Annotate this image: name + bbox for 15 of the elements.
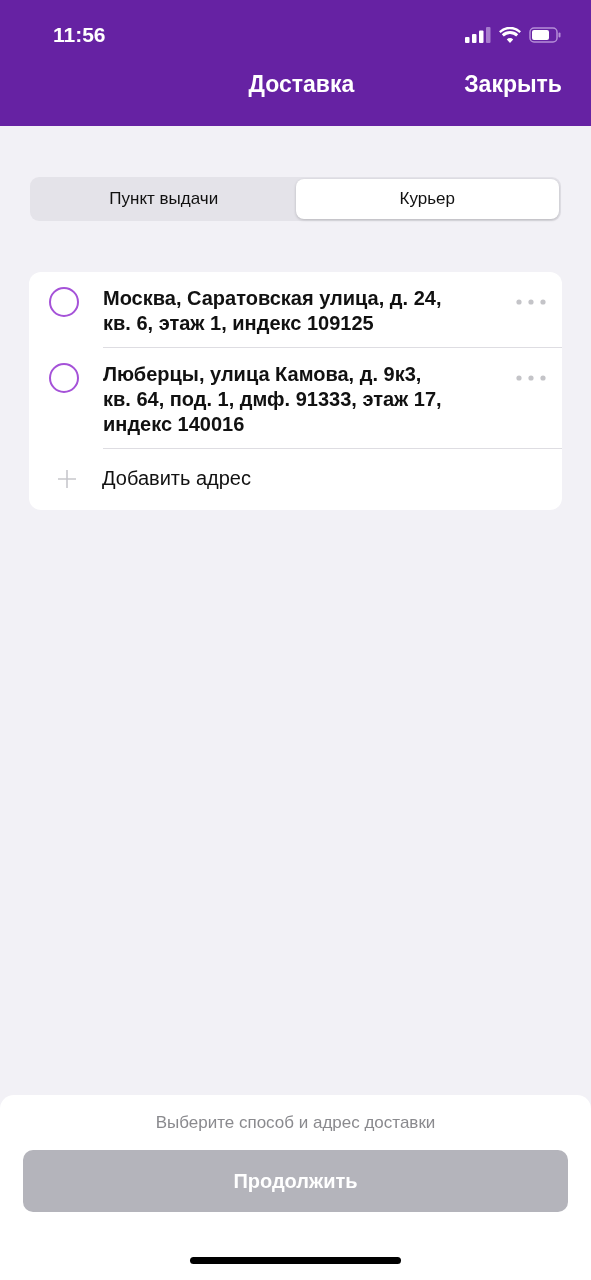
address-text[interactable]: Люберцы, улица Камова, д. 9к3, кв. 64, под. 1, дмф. 91333, этаж 17, индекс 140016 — [103, 362, 442, 437]
hint-text: Выберите способ и адрес доставки — [155, 1113, 436, 1133]
plus-icon — [57, 468, 77, 489]
radio-button[interactable] — [49, 287, 79, 317]
wifi-icon — [499, 27, 521, 43]
screen-title: Доставка — [248, 70, 355, 98]
close-button[interactable]: Закрыть — [464, 70, 562, 98]
address-text[interactable]: Москва, Саратовская улица, д. 24, кв. 6, этаж 1, индекс 109125 — [103, 286, 442, 336]
battery-icon — [529, 27, 561, 43]
add-address-button[interactable]: Добавить адрес — [102, 467, 251, 490]
radio-button[interactable] — [49, 363, 79, 393]
delivery-tab[interactable]: Курьер — [295, 179, 559, 219]
signal-icon — [465, 27, 491, 43]
status-time: 11:56 — [53, 23, 106, 47]
delivery-tab[interactable]: Пункт выдачи — [32, 179, 296, 219]
